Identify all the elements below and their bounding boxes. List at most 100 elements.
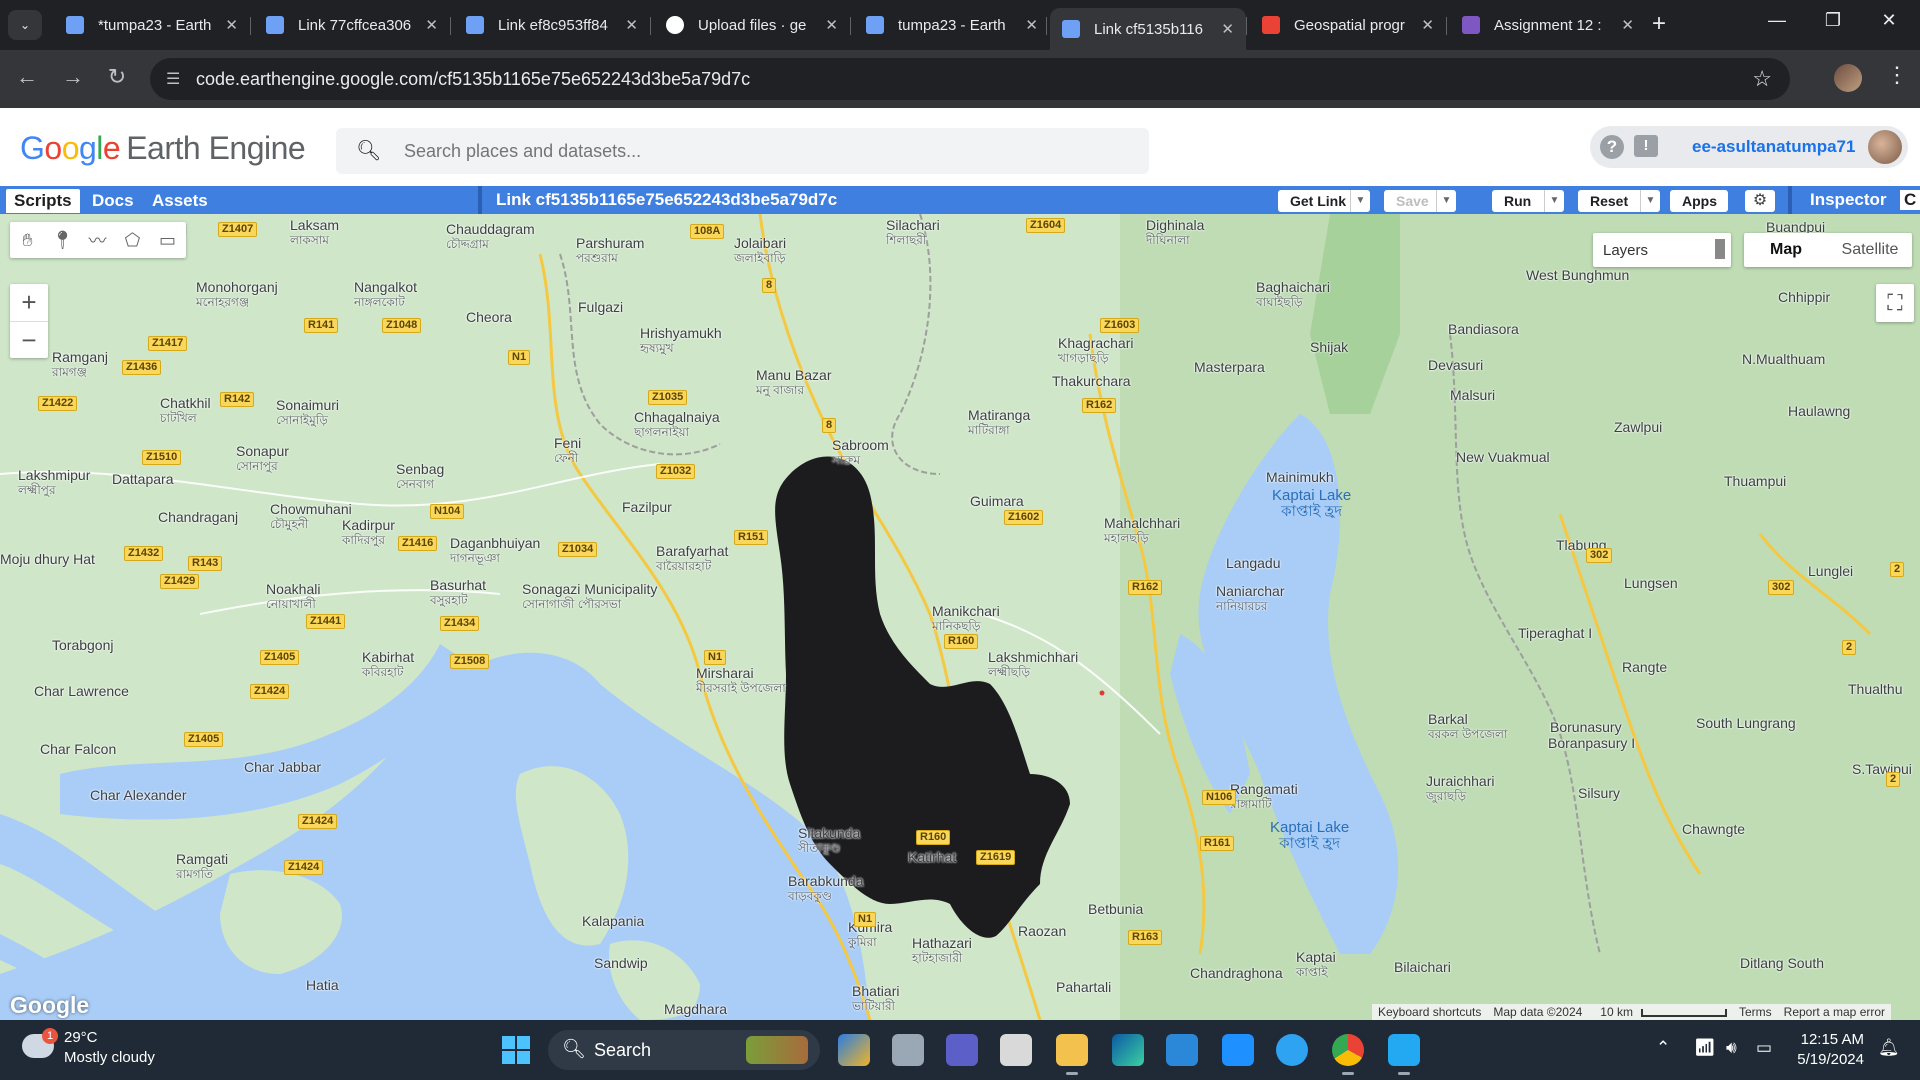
windows-start-icon[interactable] xyxy=(502,1036,530,1064)
close-tab-icon[interactable]: ✕ xyxy=(615,16,638,34)
taskbar-search[interactable]: 🔍︎ Search xyxy=(548,1030,820,1070)
file-explorer-icon[interactable] xyxy=(1056,1034,1088,1075)
fullscreen-icon[interactable]: ⛶ xyxy=(1876,284,1914,322)
scale-bar[interactable]: 10 km xyxy=(1588,1004,1733,1020)
browser-tab[interactable]: Upload files · ge ✕ xyxy=(654,8,850,42)
map-canvas[interactable]: ShahrastiLaksamলাকসামChauddagramচৌদ্দগ্র… xyxy=(0,214,1920,1020)
mysql-workbench-icon[interactable] xyxy=(1222,1034,1254,1066)
feedback-icon[interactable]: ! xyxy=(1634,135,1658,157)
draw-line-icon[interactable]: 〰 xyxy=(80,222,115,258)
minimize-button[interactable]: — xyxy=(1754,10,1800,31)
place-label: Moju dhury Hat xyxy=(0,551,95,567)
gee-header: GoogleEarth Engine 🔍︎ ? ! ee-asultanatum… xyxy=(0,108,1920,186)
browser-tab[interactable]: Geospatial progr ✕ xyxy=(1250,8,1446,42)
close-tab-icon[interactable]: ✕ xyxy=(1611,16,1634,34)
volume-icon[interactable]: 🔊︎ xyxy=(1726,1038,1737,1058)
tab-title: Geospatial progr xyxy=(1294,16,1405,34)
wifi-icon[interactable]: 📶︎ xyxy=(1694,1038,1716,1058)
draw-rectangle-icon[interactable]: ▭ xyxy=(150,222,185,258)
tab-inspector[interactable]: Inspector xyxy=(1810,190,1887,210)
apps-button[interactable]: Apps xyxy=(1670,190,1728,212)
panel-divider[interactable] xyxy=(478,186,482,214)
run-button[interactable]: Run ▼ xyxy=(1492,190,1564,212)
report-error-link[interactable]: Report a map error xyxy=(1778,1004,1891,1020)
chrome-icon[interactable] xyxy=(1332,1034,1364,1075)
app-icon[interactable] xyxy=(1000,1034,1032,1066)
tab-assets[interactable]: Assets xyxy=(144,189,216,213)
zoom-out-button[interactable]: − xyxy=(10,322,48,359)
draw-shape-icon[interactable]: ⬠ xyxy=(115,222,150,258)
help-icon[interactable]: ? xyxy=(1600,135,1624,159)
add-marker-icon[interactable]: 📍︎ xyxy=(45,222,80,258)
road-shield: R141 xyxy=(304,318,339,333)
close-tab-icon[interactable]: ✕ xyxy=(1411,16,1434,34)
extension-icon[interactable] xyxy=(1834,64,1862,92)
notifications-icon[interactable]: 🔔︎ xyxy=(1878,1038,1900,1058)
road-shield: Z1424 xyxy=(284,860,324,875)
close-window-button[interactable]: ✕ xyxy=(1866,10,1912,31)
place-label: Char Falcon xyxy=(40,741,117,757)
earth-engine-icon xyxy=(866,16,884,34)
tab-docs[interactable]: Docs xyxy=(84,189,142,213)
browser-tab[interactable]: *tumpa23 - Earth ✕ xyxy=(54,8,250,42)
tab-console[interactable]: C xyxy=(1900,190,1920,210)
address-bar[interactable]: ☰ code.earthengine.google.com/cf5135b116… xyxy=(150,58,1790,100)
browser-menu-icon[interactable]: ⋮ xyxy=(1886,62,1908,88)
browser-tab[interactable]: Link ef8c953ff84 ✕ xyxy=(454,8,650,42)
project-username[interactable]: ee-asultanatumpa71 xyxy=(1692,137,1855,157)
road-shield: R161 xyxy=(1200,836,1235,851)
earth-engine-logo[interactable]: Google Earth Engine xyxy=(20,130,306,167)
forward-button[interactable]: → xyxy=(58,64,88,90)
keyboard-shortcuts-link[interactable]: Keyboard shortcuts xyxy=(1372,1004,1487,1020)
help-app-icon[interactable] xyxy=(1276,1034,1308,1066)
new-tab-button[interactable]: + xyxy=(1652,12,1666,36)
back-button[interactable]: ← xyxy=(12,64,42,90)
windows-taskbar: 1 29°C Mostly cloudy 🔍︎ Search ⌃ 📶︎ 🔊︎ ▭ … xyxy=(0,1020,1920,1080)
browser-tab[interactable]: Assignment 12 : ✕ xyxy=(1450,8,1646,42)
panel-divider[interactable] xyxy=(1788,186,1792,214)
zoom-in-button[interactable]: + xyxy=(10,284,48,321)
places-search-box[interactable]: 🔍︎ xyxy=(336,128,1149,174)
map-type-satellite[interactable]: Satellite xyxy=(1828,233,1912,267)
tray-chevron-icon[interactable]: ⌃ xyxy=(1656,1038,1670,1058)
vscode-icon[interactable] xyxy=(1388,1034,1420,1075)
tab-separator xyxy=(1246,17,1247,35)
map-type-map[interactable]: Map xyxy=(1744,233,1828,267)
close-tab-icon[interactable]: ✕ xyxy=(1211,20,1234,38)
browser-tab[interactable]: Link 77cffcea306 ✕ xyxy=(254,8,450,42)
close-tab-icon[interactable]: ✕ xyxy=(1015,16,1038,34)
pan-hand-icon[interactable]: ✋︎ xyxy=(10,222,45,258)
task-view-icon[interactable] xyxy=(892,1034,924,1066)
road-shield: Z1510 xyxy=(142,450,182,465)
road-shield: Z1424 xyxy=(298,814,338,829)
teams-icon[interactable] xyxy=(946,1034,978,1066)
close-tab-icon[interactable]: ✕ xyxy=(815,16,838,34)
site-info-icon[interactable]: ☰ xyxy=(166,69,180,89)
browser-tab[interactable]: Link cf5135b116 ✕ xyxy=(1050,8,1246,50)
layers-scroll[interactable] xyxy=(1715,239,1725,259)
browser-tab[interactable]: tumpa23 - Earth ✕ xyxy=(854,8,1050,42)
store-icon[interactable] xyxy=(1166,1034,1198,1066)
place-label: Char Alexander xyxy=(90,787,187,803)
edge-icon[interactable] xyxy=(1112,1034,1144,1066)
reset-button[interactable]: Reset ▼ xyxy=(1578,190,1660,212)
get-link-button[interactable]: Get Link ▼ xyxy=(1278,190,1370,212)
close-tab-icon[interactable]: ✕ xyxy=(215,16,238,34)
reload-button[interactable]: ↻ xyxy=(102,64,132,90)
settings-gear-icon[interactable]: ⚙ xyxy=(1745,190,1775,212)
battery-icon[interactable]: ▭ xyxy=(1756,1038,1772,1058)
system-clock[interactable]: 12:15 AM 5/19/2024 xyxy=(1780,1030,1864,1070)
terms-link[interactable]: Terms xyxy=(1733,1004,1778,1020)
restore-button[interactable]: ❐ xyxy=(1810,10,1856,31)
road-shield: N106 xyxy=(1202,790,1237,805)
tab-scripts[interactable]: Scripts xyxy=(6,189,80,213)
save-button[interactable]: Save ▼ xyxy=(1384,190,1456,212)
place-label: Silachari শিলাছরী xyxy=(886,217,940,248)
avatar[interactable] xyxy=(1868,130,1902,164)
bookmark-star-icon[interactable]: ☆ xyxy=(1752,66,1772,92)
search-input[interactable] xyxy=(402,139,1082,163)
copilot-icon[interactable] xyxy=(838,1034,870,1066)
tab-search-button[interactable]: ⌄ xyxy=(8,10,42,40)
layers-panel[interactable]: Layers xyxy=(1593,233,1731,267)
close-tab-icon[interactable]: ✕ xyxy=(415,16,438,34)
